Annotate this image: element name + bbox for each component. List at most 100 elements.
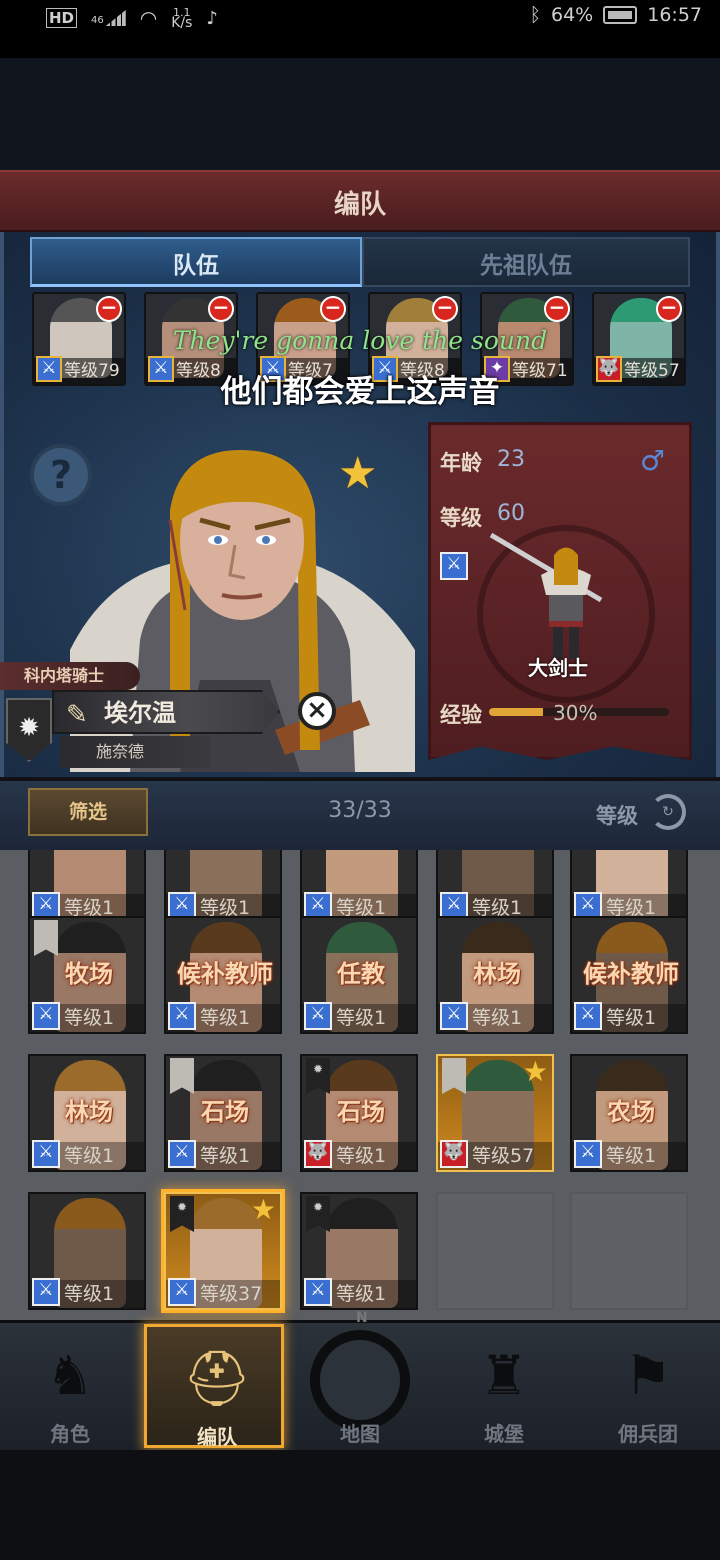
nav-mercenary[interactable]: ⚑ 佣兵团 <box>578 1324 718 1448</box>
hero-card[interactable]: ★ 等级57 🐺 <box>436 1054 554 1172</box>
sword-icon: ⚔ <box>32 1140 60 1168</box>
remove-icon[interactable]: − <box>208 296 234 322</box>
wolf-icon: 🐺 <box>304 1140 332 1168</box>
notification-icon: ♪ <box>206 7 218 29</box>
hero-card[interactable]: 林场 等级1 ⚔ <box>28 1054 146 1172</box>
hero-card-job: 任教 <box>337 960 385 988</box>
helmet-icon: ⛑ <box>182 1347 252 1410</box>
remove-icon[interactable]: − <box>544 296 570 322</box>
favorite-star-icon: ★ <box>250 1193 276 1226</box>
hero-card-job: 农场 <box>607 1098 655 1126</box>
nav-castle-label: 城堡 <box>484 1422 524 1446</box>
wolf-icon: 🐺 <box>440 1140 468 1168</box>
mercenary-icon: ⚑ <box>623 1344 673 1407</box>
hero-card[interactable]: ✹ 等级1 ⚔ <box>300 1192 418 1310</box>
nav-map[interactable]: N 地图 <box>290 1310 430 1448</box>
sword-icon: ⚔ <box>32 1278 60 1306</box>
nav-formation[interactable]: ⛑ 编队 <box>144 1324 284 1449</box>
banner-flag-icon: ✹ <box>170 1196 194 1232</box>
banner-flag-icon: ✹ <box>306 1058 330 1094</box>
wifi-icon: ◠ <box>139 6 158 30</box>
sword-icon: ⚔ <box>440 552 468 580</box>
title-bar: 编队 <box>0 170 720 232</box>
tab-ancestor-team[interactable]: 先祖队伍 <box>362 237 690 287</box>
hero-card[interactable]: 等级1 ⚔ <box>164 850 282 924</box>
hero-card-job: 石场 <box>201 1098 249 1126</box>
nav-role-label: 角色 <box>50 1422 90 1446</box>
hero-card-job: 候补教师 <box>177 960 273 988</box>
age-label: 年龄 <box>440 451 482 475</box>
hero-card-job: 林场 <box>65 1098 113 1126</box>
level-label: 等级 <box>440 506 482 530</box>
battery-icon <box>603 6 638 24</box>
hero-class-name: 大剑士 <box>528 656 588 680</box>
remove-icon[interactable]: − <box>656 296 682 322</box>
hero-card[interactable]: 牧场 等级1 ⚔ <box>28 916 146 1034</box>
male-icon: ♂ <box>640 444 666 477</box>
filter-button[interactable]: 筛选 <box>28 788 148 836</box>
tab-team[interactable]: 队伍 <box>30 237 362 287</box>
compass-north-label: N <box>356 1310 368 1326</box>
hero-card[interactable]: 等级1 ⚔ <box>28 1192 146 1310</box>
castle-icon: ♜ <box>479 1344 529 1407</box>
banner-flag-icon <box>442 1058 466 1094</box>
hd-indicator: HD <box>46 8 78 28</box>
clock: 16:57 <box>647 4 702 26</box>
nav-map-label: 地图 <box>340 1422 380 1446</box>
sword-icon: ⚔ <box>574 1140 602 1168</box>
hero-card-job: 牧场 <box>65 960 113 988</box>
subtitle-chinese: 他们都会爱上这声音 <box>220 374 500 410</box>
empty-slot <box>570 1192 688 1310</box>
edit-name-icon[interactable]: ✎ <box>66 694 88 734</box>
signal-label: 46 <box>91 15 104 26</box>
sort-label[interactable]: 等级 <box>596 800 638 830</box>
xp-bar-fill <box>489 708 543 716</box>
hero-card[interactable]: 等级1 ⚔ <box>436 850 554 924</box>
hero-card-job: 候补教师 <box>583 960 679 988</box>
remove-icon[interactable]: − <box>96 296 122 322</box>
hero-card-job: 林场 <box>473 960 521 988</box>
hero-card[interactable]: 农场 等级1 ⚔ <box>570 1054 688 1172</box>
hero-name: 埃尔温 <box>104 699 176 727</box>
hero-card[interactable]: ✹ 石场 等级1 🐺 <box>300 1054 418 1172</box>
sword-icon: ⚔ <box>168 1278 196 1306</box>
xp-label: 经验 <box>440 703 482 727</box>
hero-card[interactable]: 任教 等级1 ⚔ <box>300 916 418 1034</box>
bluetooth-icon: ᛒ <box>529 4 541 26</box>
remove-icon[interactable]: − <box>432 296 458 322</box>
net-speed: 1.1 K/s <box>171 7 193 31</box>
hero-card[interactable]: 等级1 ⚔ <box>300 850 418 924</box>
hero-name-plate[interactable]: ✎ 埃尔温 <box>52 690 280 734</box>
hero-card[interactable]: 林场 等级1 ⚔ <box>436 916 554 1034</box>
sword-icon: ⚔ <box>168 1002 196 1030</box>
hero-surname: 施奈德 <box>60 736 210 768</box>
hero-card[interactable]: 候补教师 等级1 ⚔ <box>570 916 688 1034</box>
sword-icon: ⚔ <box>32 1002 60 1030</box>
hero-card[interactable]: 等级1 ⚔ <box>28 850 146 924</box>
hero-card[interactable]: 石场 等级1 ⚔ <box>164 1054 282 1172</box>
banner-flag-icon <box>170 1058 194 1094</box>
nav-castle[interactable]: ♜ 城堡 <box>434 1324 574 1448</box>
remove-icon[interactable]: − <box>320 296 346 322</box>
banner-flag-icon: ✹ <box>306 1196 330 1232</box>
compass-icon: N <box>310 1310 410 1430</box>
net-speed-unit: K/s <box>171 15 193 31</box>
hero-grid[interactable]: 等级1 ⚔ 等级1 ⚔ 等级1 ⚔ 等级1 ⚔ 等级1 ⚔ 牧场 等级1 ⚔ 候补教师 等级1 ⚔ 任教 等级1 ⚔… <box>0 850 720 1320</box>
hero-card[interactable]: 候补教师 等级1 ⚔ <box>164 916 282 1034</box>
system-nav-area <box>0 1450 720 1560</box>
hero-card[interactable]: ✹ ★ 等级37 ⚔ <box>164 1192 282 1310</box>
refresh-sort-icon[interactable]: ↻ <box>650 794 686 830</box>
age-value: 23 <box>497 447 525 472</box>
sword-icon: ⚔ <box>168 1140 196 1168</box>
hero-card[interactable]: 等级1 ⚔ <box>570 850 688 924</box>
level-value: 60 <box>497 501 525 526</box>
nav-role[interactable]: ♞ 角色 <box>0 1324 140 1448</box>
close-icon[interactable]: × <box>298 692 336 730</box>
sword-icon: ⚔ <box>440 1002 468 1030</box>
sword-icon: ⚔ <box>304 1002 332 1030</box>
subtitle-english: They're gonna love the sound <box>172 326 548 355</box>
page-title: 编队 <box>333 190 386 220</box>
nav-mercenary-label: 佣兵团 <box>618 1422 678 1446</box>
hero-card-job: 石场 <box>337 1098 385 1126</box>
roster-count: 33/33 <box>328 798 392 823</box>
